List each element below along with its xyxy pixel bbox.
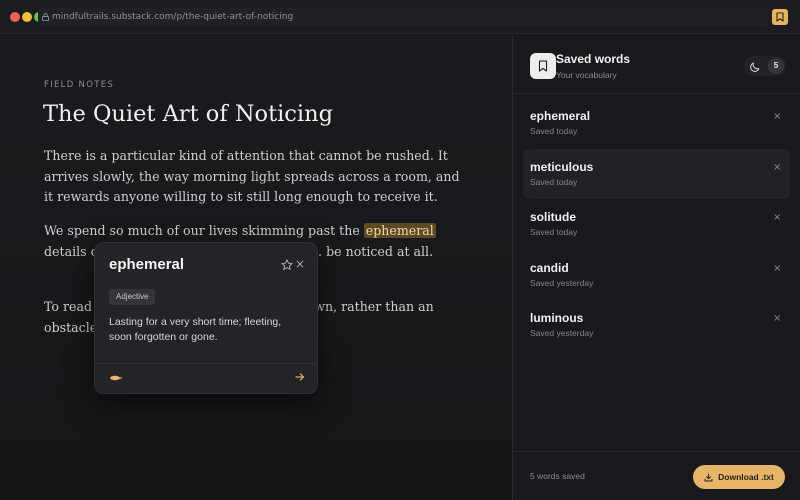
saved-words-logo (530, 53, 556, 79)
remove-icon[interactable]: × (773, 313, 781, 324)
sidebar-title: Saved words (556, 52, 631, 66)
footer-divider (513, 451, 800, 452)
saved-words-sidebar: Saved words Your vocabulary 5 ephemeral … (512, 35, 800, 500)
address-bar[interactable]: mindfultrails.substack.com/p/the-quiet-a… (38, 8, 768, 26)
remove-icon[interactable]: × (773, 111, 781, 122)
article-paragraph: There is a particular kind of attention … (44, 148, 460, 204)
lock-icon (42, 13, 49, 21)
sidebar-controls: 5 (744, 56, 786, 76)
sidebar-subtitle: Your vocabulary (556, 70, 617, 80)
words-saved-count: 5 words saved (530, 471, 585, 481)
part-of-speech-badge: Adjective (109, 289, 156, 305)
saved-word: candid (530, 260, 569, 275)
extension-bookmark-button[interactable] (772, 9, 788, 25)
popover-word: ephemeral (109, 256, 185, 273)
sidebar-divider (513, 93, 800, 94)
list-item[interactable]: solitude Saved today × (523, 199, 790, 250)
article-title: The Quiet Art of Noticing (43, 101, 333, 127)
close-window-button[interactable] (10, 12, 20, 22)
definition-popover: ephemeral × Adjective Lasting for a very… (94, 242, 318, 394)
star-icon[interactable] (281, 259, 293, 271)
list-item[interactable]: ephemeral Saved today × (523, 98, 790, 149)
saved-word: solitude (530, 210, 577, 225)
browser-toolbar: mindfultrails.substack.com/p/the-quiet-a… (0, 0, 800, 34)
download-icon (704, 473, 713, 481)
saved-date: Saved today (530, 227, 578, 238)
download-button[interactable]: Download .txt (693, 465, 785, 489)
close-icon[interactable]: × (295, 257, 305, 271)
audio-icon[interactable] (109, 374, 123, 382)
saved-words-list: ephemeral Saved today × meticulous Saved… (513, 98, 800, 351)
list-item[interactable]: candid Saved yesterday × (523, 250, 790, 301)
moon-icon[interactable] (750, 61, 761, 72)
bookmark-icon (776, 12, 784, 22)
remove-icon[interactable]: × (773, 263, 781, 274)
list-item[interactable]: luminous Saved yesterday × (523, 300, 790, 351)
saved-date: Saved yesterday (530, 328, 594, 339)
bookmark-icon (538, 60, 548, 72)
saved-word: meticulous (530, 159, 594, 174)
saved-word: luminous (530, 311, 584, 326)
remove-icon[interactable]: × (773, 212, 781, 223)
saved-date: Saved today (530, 176, 578, 187)
remove-icon[interactable]: × (773, 162, 781, 173)
word-count-badge: 5 (768, 58, 784, 74)
article-kicker: FIELD NOTES (44, 80, 115, 90)
arrow-right-icon[interactable] (295, 372, 305, 382)
highlighted-word[interactable]: ephemeral (363, 223, 436, 238)
saved-word: ephemeral (530, 109, 591, 123)
saved-date: Saved today (530, 126, 578, 136)
definition-text: Lasting for a very short time; fleeting,… (109, 316, 282, 343)
paragraph-text: We spend so much of our lives skimming p… (44, 223, 364, 238)
saved-date: Saved yesterday (530, 277, 594, 288)
list-item[interactable]: meticulous Saved today × (523, 148, 790, 200)
url-text: mindfultrails.substack.com/p/the-quiet-a… (52, 12, 294, 22)
minimize-window-button[interactable] (22, 12, 32, 22)
download-label: Download .txt (718, 472, 774, 482)
popover-divider (95, 363, 317, 364)
